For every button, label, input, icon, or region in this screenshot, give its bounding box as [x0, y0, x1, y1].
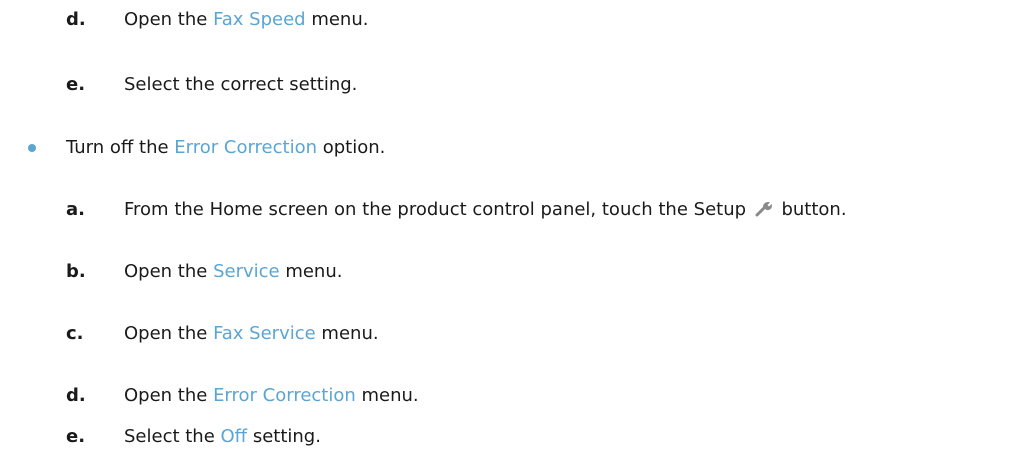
step-text-pre: Open the — [124, 261, 214, 282]
step-e-select-setting: e. Select the correct setting. — [66, 73, 357, 97]
step-text: Select the correct setting. — [124, 74, 358, 95]
step-text-pre: Open the — [124, 323, 214, 344]
step-d-fax-speed: d. Open the Fax Speed menu. — [66, 8, 368, 32]
step-text-post: button. — [775, 199, 847, 220]
step-text-post: menu. — [279, 261, 343, 282]
step-letter: d. — [66, 9, 86, 30]
menu-link-fax-speed: Fax Speed — [213, 9, 306, 30]
step-letter: a. — [66, 199, 85, 220]
step-letter: b. — [66, 261, 86, 282]
wrench-icon — [754, 200, 774, 218]
step-text-post: menu. — [305, 9, 369, 30]
step-c-fax-service: c. Open the Fax Service menu. — [66, 322, 379, 346]
bullet-dot — [28, 144, 36, 152]
bullet-text-post: option. — [317, 137, 386, 158]
step-d-error-correction: d. Open the Error Correction menu. — [66, 384, 419, 408]
step-text-post: menu. — [315, 323, 379, 344]
menu-link-error-correction: Error Correction — [213, 385, 356, 406]
menu-link-fax-service: Fax Service — [213, 323, 316, 344]
step-text-post: menu. — [355, 385, 419, 406]
step-text-pre: Select the — [124, 426, 221, 447]
option-link-error-correction: Error Correction — [174, 137, 317, 158]
step-letter: c. — [66, 323, 84, 344]
step-e-off-setting: e. Select the Off setting. — [66, 425, 321, 449]
menu-link-service: Service — [213, 261, 280, 282]
step-letter: e. — [66, 74, 86, 95]
step-text-pre: Open the — [124, 385, 214, 406]
step-letter: d. — [66, 385, 86, 406]
step-text-post: setting. — [247, 426, 321, 447]
step-letter: e. — [66, 426, 86, 447]
setting-link-off: Off — [220, 426, 248, 447]
step-text-pre: Open the — [124, 9, 214, 30]
step-b-service: b. Open the Service menu. — [66, 260, 342, 284]
step-text-pre: From the Home screen on the product cont… — [124, 199, 752, 220]
step-a-setup: a. From the Home screen on the product co… — [66, 198, 847, 222]
bullet-error-correction: Turn off the Error Correction option. — [66, 136, 385, 160]
bullet-text-pre: Turn off the — [66, 137, 175, 158]
